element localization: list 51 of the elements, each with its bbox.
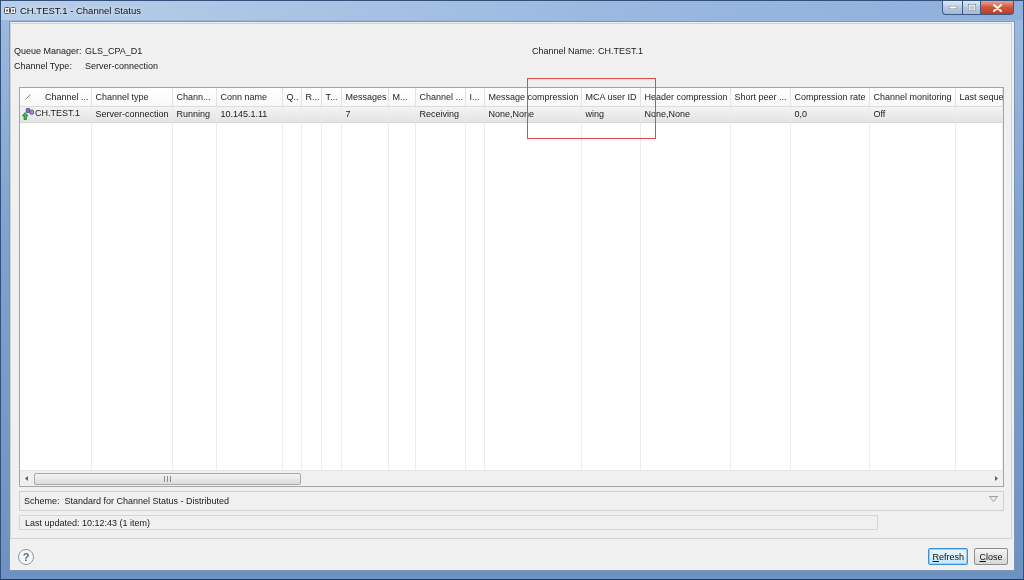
column-header[interactable]: Compression rate [790,88,869,106]
scrollbar-thumb[interactable] [34,472,301,485]
detail-value: Server-connection [85,60,159,71]
left-arrow-icon [25,476,28,481]
column-header[interactable]: Channel ... [415,88,465,106]
table-cell: wing [581,106,640,122]
dialog-button[interactable]: Refresh [928,548,968,565]
close-button[interactable] [981,1,1014,15]
maximize-icon [967,4,976,11]
column-header[interactable]: Channel type [91,88,172,106]
window-icon [4,7,16,14]
right-arrow-icon [995,476,998,481]
column-header[interactable]: Messages [341,88,388,106]
close-icon [992,3,1002,12]
column-header[interactable]: Last seque [955,88,1003,106]
column-header[interactable]: Short peer ... [730,88,790,106]
column-header[interactable]: M... [388,88,415,106]
detail-label: Channel Type: [14,60,73,71]
table-cell: Receiving [415,106,465,122]
detail-label: Queue Manager: [14,45,83,56]
status-bar: Last updated: 10:12:43 (1 item) [19,515,878,530]
detail-value: CH.TEST.1 [598,45,643,56]
window-title: CH.TEST.1 - Channel Status [20,5,141,16]
column-header[interactable]: MCA user ID [581,88,640,106]
table-cell: 7 [341,106,388,122]
table-cell: Server-connection [91,106,172,122]
column-header[interactable]: T... [321,88,341,106]
table-cell: Running [172,106,216,122]
column-header[interactable]: Conn name [216,88,282,106]
minimize-button[interactable] [942,1,962,15]
detail-label: Channel Name: [532,45,596,56]
dropdown-icon[interactable] [989,496,998,502]
detail-value: GLS_CPA_D1 [85,45,143,56]
help-button[interactable]: ? [18,549,34,565]
table-cell: 0,0 [790,106,869,122]
horizontal-scrollbar[interactable] [20,470,1003,486]
grip-icon [164,475,171,482]
column-header[interactable]: Message compression [484,88,581,106]
table-cell: CH.TEST.1 [35,108,80,119]
column-header[interactable]: Channel monitoring [869,88,955,106]
column-header[interactable]: Channel ... [20,88,91,106]
dialog-button[interactable]: Close [974,548,1008,565]
column-header[interactable]: R... [301,88,321,106]
maximize-button[interactable] [962,1,981,15]
column-header[interactable]: Chann... [172,88,216,106]
sort-icon [25,94,31,101]
minimize-icon [948,6,957,9]
scheme-name: Standard for Channel Status - Distributed [64,496,230,506]
table-cell: Off [869,106,955,122]
scheme-label: Scheme: [24,496,60,506]
table-cell: 10.145.1.11 [216,106,282,122]
